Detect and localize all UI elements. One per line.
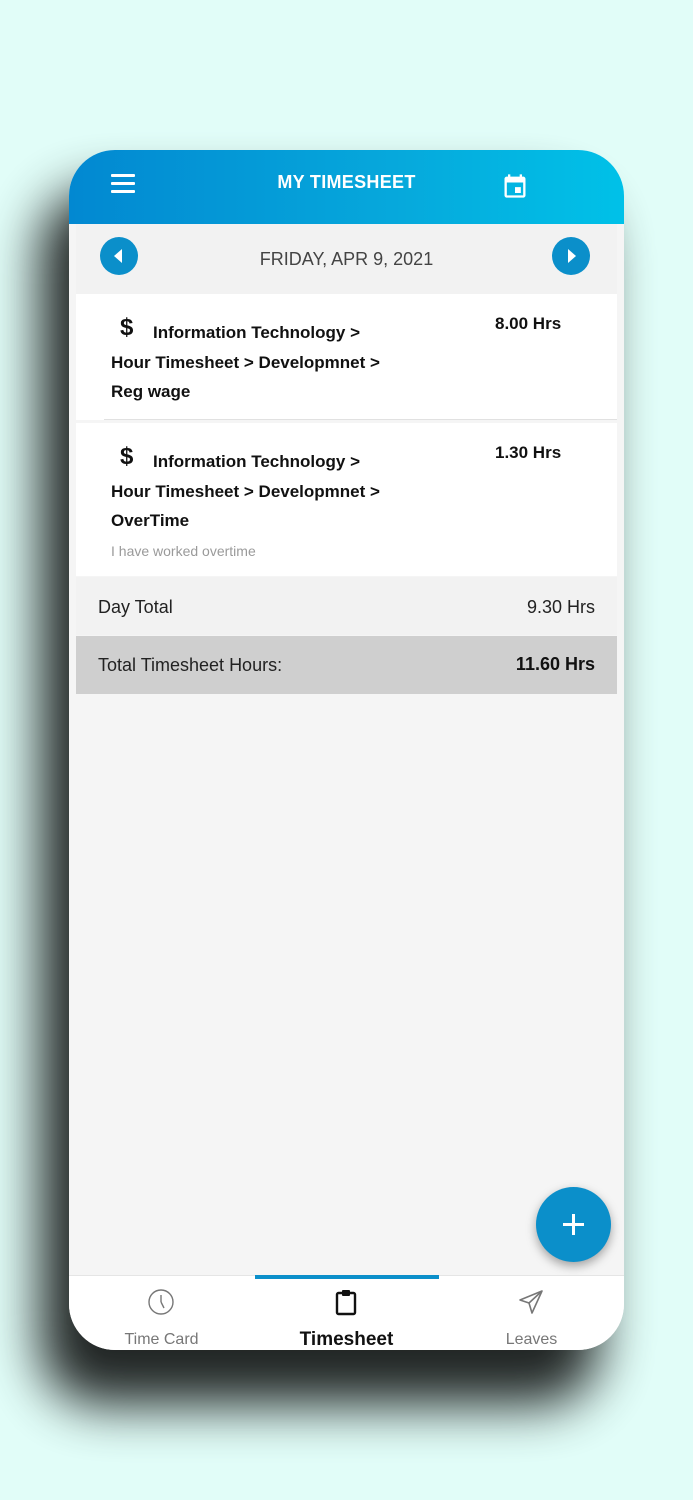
calendar-icon[interactable] [501,172,529,200]
entry-pay-type: Reg wage [111,382,191,401]
timesheet-total-row: Total Timesheet Hours: 11.60 Hrs [76,636,617,694]
app-header: MY TIMESHEET [69,150,624,224]
tab-timesheet[interactable]: Timesheet [254,1276,439,1350]
day-total-row: Day Total 9.30 Hrs [76,577,617,635]
timesheet-total-value: 11.60 Hrs [515,654,595,674]
entry-path-line2: Hour Timesheet > Developmnet > [111,353,380,372]
clipboard-icon [335,1290,357,1316]
tab-leaves[interactable]: Leaves [439,1276,624,1350]
page-title: MY TIMESHEET [277,172,416,192]
timesheet-total-label: Total Timesheet Hours: [98,655,283,675]
entry-pay-type: OverTime [111,511,190,530]
tab-label: Leaves [505,1331,558,1348]
bottom-tab-bar: Time Card Timesheet Leaves [69,1275,624,1350]
entry-note: I have worked overtime [111,543,256,559]
phone-screen: MY TIMESHEET FRIDAY, APR 9, 2021 $ Infor… [69,150,624,1350]
entry-hours: 8.00 Hrs [495,314,562,333]
clock-icon [148,1289,174,1315]
entry-path-line1: Information Technology > [153,323,360,342]
add-entry-button[interactable] [536,1187,611,1262]
selected-date: FRIDAY, APR 9, 2021 [259,249,434,269]
next-day-button[interactable] [552,237,590,275]
plus-icon [563,1214,584,1235]
tab-label: Time Card [124,1331,199,1348]
tab-time-card[interactable]: Time Card [69,1276,254,1350]
chevron-right-icon [568,249,576,263]
send-icon [519,1290,543,1314]
date-navigator: FRIDAY, APR 9, 2021 [76,224,617,294]
divider [104,419,617,420]
entry-hours: 1.30 Hrs [495,443,562,462]
dollar-icon: $ [120,314,134,341]
timesheet-entry[interactable]: $ Information Technology > Hour Timeshee… [76,423,617,576]
dollar-icon: $ [120,443,134,470]
tab-label: Timesheet [299,1329,394,1350]
timesheet-entry[interactable]: $ Information Technology > Hour Timeshee… [76,294,617,420]
day-total-label: Day Total [98,597,173,617]
entry-path-line1: Information Technology > [153,452,360,471]
day-total-value: 9.30 Hrs [526,597,595,617]
entry-path-line2: Hour Timesheet > Developmnet > [111,482,380,501]
